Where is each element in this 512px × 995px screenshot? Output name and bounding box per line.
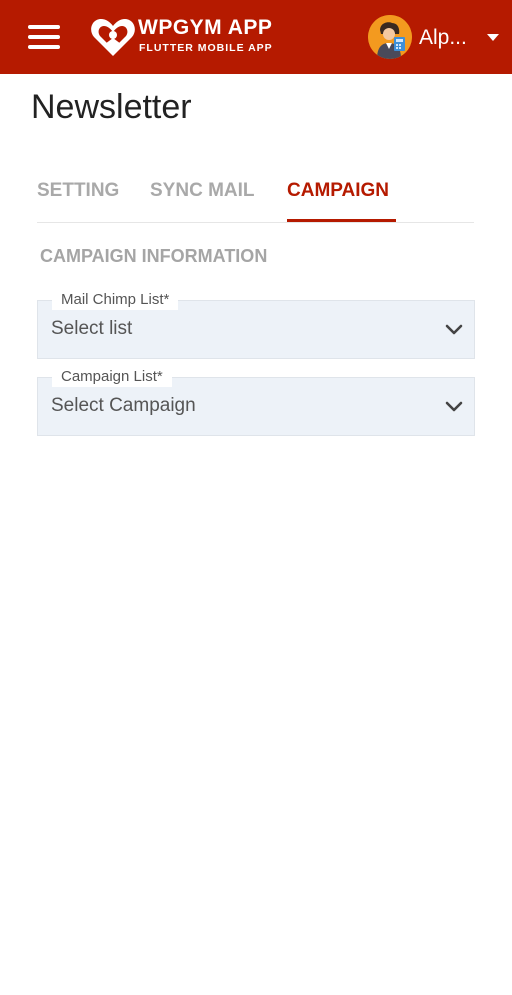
tab-setting[interactable]: SETTING — [37, 180, 119, 202]
app-logo: WPGYM APP FLUTTER MOBILE APP — [90, 14, 290, 60]
app-title: WPGYM APP — [138, 16, 273, 39]
avatar — [368, 15, 412, 59]
user-avatar-icon — [368, 15, 412, 59]
dropdown-caret-icon[interactable] — [487, 34, 499, 41]
campaign-list-label: Campaign List* — [52, 367, 172, 387]
mail-chimp-list-value: Select list — [51, 318, 133, 339]
campaign-list-dropdown[interactable]: Campaign List* Select Campaign — [37, 367, 475, 436]
mail-chimp-list-dropdown[interactable]: Mail Chimp List* Select list — [37, 290, 475, 359]
hamburger-menu-icon[interactable] — [26, 22, 62, 52]
mail-chimp-list-label: Mail Chimp List* — [52, 290, 179, 310]
user-menu[interactable]: Alp... — [368, 15, 504, 61]
chevron-down-icon — [445, 401, 463, 412]
app-subtitle: FLUTTER MOBILE APP — [139, 42, 273, 54]
section-title: CAMPAIGN INFORMATION — [40, 246, 268, 266]
active-tab-indicator — [287, 219, 396, 222]
app-bar: WPGYM APP FLUTTER MOBILE APP Alp... — [0, 0, 512, 74]
chevron-down-icon — [445, 324, 463, 335]
page-title: Newsletter — [31, 88, 192, 126]
campaign-list-value: Select Campaign — [51, 395, 196, 416]
user-name: Alp... — [419, 26, 467, 49]
heart-logo-icon — [91, 19, 135, 56]
tab-bar: SETTING SYNC MAIL CAMPAIGN — [37, 172, 474, 223]
tab-sync-mail[interactable]: SYNC MAIL — [150, 180, 255, 202]
tab-campaign[interactable]: CAMPAIGN — [287, 180, 389, 202]
